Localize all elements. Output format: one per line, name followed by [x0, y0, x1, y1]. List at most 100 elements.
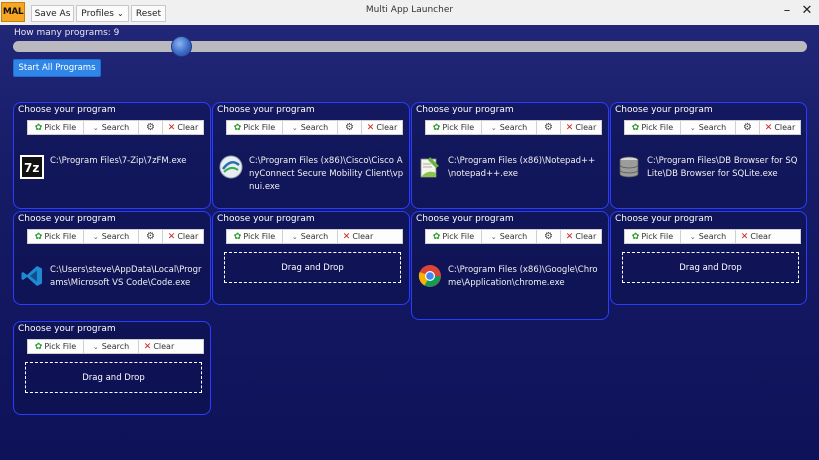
settings-button[interactable]: ⚙ [139, 230, 163, 243]
program-path: C:\Program Files (x86)\Google\Chrome\App… [448, 265, 598, 288]
gear-green-icon: ✿ [631, 122, 640, 133]
card-toolbar: ✿ Pick File ⌄ Search ✕ Clear [624, 229, 801, 244]
close-icon: ✕ [342, 231, 351, 242]
pick-file-label: Pick File [44, 342, 77, 351]
gear-green-icon: ✿ [34, 341, 43, 352]
gear-icon: ⚙ [544, 122, 553, 133]
program-path: C:\Program Files (x86)\Notepad++\notepad… [448, 156, 596, 179]
program-card-1: Choose your program ✿ Pick File ⌄ Search ⚙… [13, 102, 211, 209]
minimize-button[interactable]: – [780, 4, 794, 18]
chevron-down-icon: ⌄ [92, 232, 99, 241]
clear-button[interactable]: ✕ Clear [139, 340, 179, 353]
program-card-6: Choose your program ✿ Pick File ⌄ Search ✕… [212, 211, 410, 305]
program-card-9: Choose your program ✿ Pick File ⌄ Search ✕… [13, 321, 211, 415]
close-icon: ✕ [764, 122, 773, 133]
pick-file-button[interactable]: ✿ Pick File [28, 340, 84, 353]
chevron-down-icon: ⌄ [92, 123, 99, 132]
card-title: Choose your program [615, 105, 713, 115]
chevron-down-icon: ⌄ [689, 232, 696, 241]
gear-green-icon: ✿ [631, 231, 640, 242]
clear-label: Clear [376, 123, 398, 132]
settings-button[interactable]: ⚙ [537, 230, 561, 243]
settings-button[interactable]: ⚙ [139, 121, 163, 134]
program-path: C:\Users\steve\AppData\Local\Programs\Mi… [50, 265, 202, 288]
clear-button[interactable]: ✕ Clear [338, 230, 378, 243]
clear-button[interactable]: ✕ Clear [163, 121, 203, 134]
pick-file-button[interactable]: ✿ Pick File [426, 230, 482, 243]
settings-button[interactable]: ⚙ [537, 121, 561, 134]
7zip-icon: 7z [20, 155, 44, 179]
program-path: C:\Program Files (x86)\Cisco\Cisco AnyCo… [249, 156, 404, 192]
db-browser-icon [619, 156, 639, 178]
chrome-icon [418, 265, 441, 287]
search-button[interactable]: ⌄ Search [84, 340, 139, 353]
clear-label: Clear [575, 232, 597, 241]
pick-file-label: Pick File [442, 232, 475, 241]
clear-button[interactable]: ✕ Clear [362, 121, 402, 134]
gear-icon: ⚙ [345, 122, 354, 133]
program-count-slider-thumb[interactable] [171, 36, 192, 57]
vscode-icon [21, 266, 42, 286]
clear-button[interactable]: ✕ Clear [561, 230, 601, 243]
pick-file-button[interactable]: ✿ Pick File [625, 121, 681, 134]
gear-icon: ⚙ [743, 122, 752, 133]
search-button[interactable]: ⌄ Search [482, 121, 537, 134]
card-title: Choose your program [416, 214, 514, 224]
search-button[interactable]: ⌄ Search [681, 230, 736, 243]
clear-label: Clear [177, 232, 199, 241]
card-toolbar: ✿ Pick File ⌄ Search ✕ Clear [226, 229, 403, 244]
pick-file-button[interactable]: ✿ Pick File [625, 230, 681, 243]
gear-icon: ⚙ [544, 231, 553, 242]
pick-file-label: Pick File [641, 123, 674, 132]
search-label: Search [101, 342, 130, 351]
program-count-slider-track[interactable] [13, 41, 807, 52]
chevron-down-icon: ⌄ [689, 123, 696, 132]
program-card-3: Choose your program ✿ Pick File ⌄ Search ⚙… [411, 102, 609, 209]
chevron-down-icon: ⌄ [490, 232, 497, 241]
pick-file-button[interactable]: ✿ Pick File [28, 230, 84, 243]
gear-green-icon: ✿ [432, 231, 441, 242]
close-icon: ✕ [366, 122, 375, 133]
card-toolbar: ✿ Pick File ⌄ Search ⚙ ✕ Clear [27, 229, 204, 244]
search-button[interactable]: ⌄ Search [283, 121, 338, 134]
settings-button[interactable]: ⚙ [338, 121, 362, 134]
chevron-down-icon: ⌄ [291, 123, 298, 132]
program-path: C:\Program Files\DB Browser for SQLite\D… [647, 156, 798, 179]
clear-label: Clear [177, 123, 199, 132]
drag-drop-zone[interactable]: Drag and Drop [622, 252, 799, 283]
drag-drop-zone[interactable]: Drag and Drop [224, 252, 401, 283]
notepadpp-icon [420, 157, 439, 178]
program-card-2: Choose your program ✿ Pick File ⌄ Search ⚙… [212, 102, 410, 209]
search-button[interactable]: ⌄ Search [84, 121, 139, 134]
clear-button[interactable]: ✕ Clear [163, 230, 203, 243]
search-label: Search [499, 232, 528, 241]
clear-button[interactable]: ✕ Clear [760, 121, 800, 134]
pick-file-button[interactable]: ✿ Pick File [227, 230, 283, 243]
clear-button[interactable]: ✕ Clear [561, 121, 601, 134]
pick-file-button[interactable]: ✿ Pick File [227, 121, 283, 134]
search-label: Search [101, 232, 130, 241]
start-all-programs-button[interactable]: Start All Programs [13, 59, 101, 77]
pick-file-button[interactable]: ✿ Pick File [28, 121, 84, 134]
search-button[interactable]: ⌄ Search [84, 230, 139, 243]
search-button[interactable]: ⌄ Search [681, 121, 736, 134]
chevron-down-icon: ⌄ [291, 232, 298, 241]
pick-file-button[interactable]: ✿ Pick File [426, 121, 482, 134]
card-toolbar: ✿ Pick File ⌄ Search ⚙ ✕ Clear [425, 120, 602, 135]
search-button[interactable]: ⌄ Search [283, 230, 338, 243]
card-title: Choose your program [18, 105, 116, 115]
gear-green-icon: ✿ [233, 231, 242, 242]
clear-label: Clear [750, 232, 772, 241]
card-toolbar: ✿ Pick File ⌄ Search ⚙ ✕ Clear [226, 120, 403, 135]
title-bar: MAL Save As Profiles ⌄ Reset Multi App L… [0, 0, 819, 25]
search-button[interactable]: ⌄ Search [482, 230, 537, 243]
card-title: Choose your program [416, 105, 514, 115]
gear-icon: ⚙ [146, 231, 155, 242]
svg-text:7z: 7z [24, 161, 39, 175]
pick-file-label: Pick File [44, 123, 77, 132]
clear-button[interactable]: ✕ Clear [736, 230, 776, 243]
card-title: Choose your program [217, 105, 315, 115]
close-button[interactable]: ✕ [800, 4, 814, 18]
settings-button[interactable]: ⚙ [736, 121, 760, 134]
drag-drop-zone[interactable]: Drag and Drop [25, 362, 202, 393]
